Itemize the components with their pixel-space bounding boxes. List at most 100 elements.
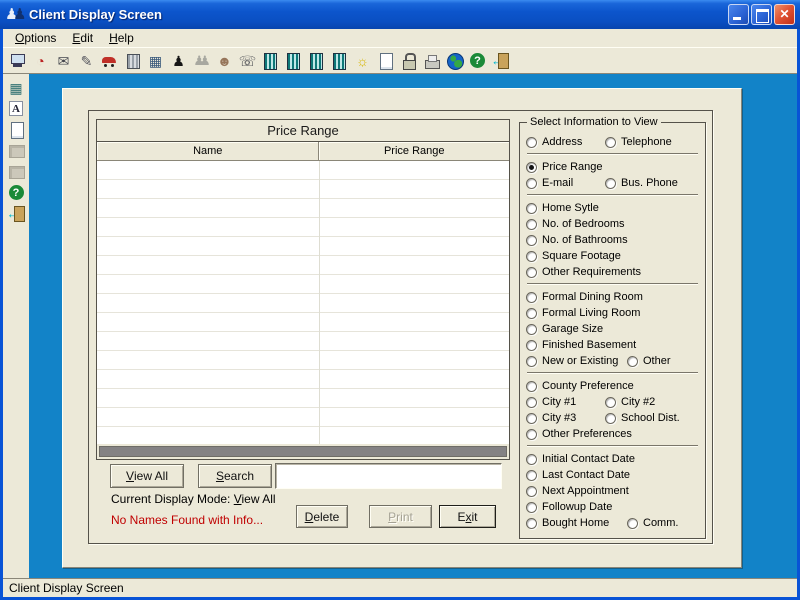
radio-formal-living-room[interactable]: Formal Living Room bbox=[526, 305, 640, 321]
radio-bought-home[interactable]: Bought Home bbox=[526, 515, 609, 531]
radio-label: Last Contact Date bbox=[542, 469, 630, 481]
radio-label: Comm. bbox=[643, 517, 678, 529]
radio-formal-dining-room[interactable]: Formal Dining Room bbox=[526, 289, 643, 305]
horizontal-scrollbar[interactable] bbox=[99, 446, 507, 457]
radio-other[interactable]: Other bbox=[627, 353, 671, 369]
radio-bus-phone[interactable]: Bus. Phone bbox=[605, 175, 678, 191]
help-button[interactable]: ? bbox=[468, 50, 487, 71]
radio-other-preferences[interactable]: Other Preferences bbox=[526, 426, 632, 442]
radio-e-mail[interactable]: E-mail bbox=[526, 175, 573, 191]
radio-circle bbox=[526, 324, 537, 335]
trash-button[interactable] bbox=[123, 50, 142, 71]
lock-button[interactable] bbox=[399, 50, 418, 71]
minimize-button[interactable] bbox=[728, 4, 749, 25]
sidebar-image-disabled-1-button[interactable] bbox=[5, 140, 27, 161]
radio-circle bbox=[526, 518, 537, 529]
radio-telephone[interactable]: Telephone bbox=[605, 134, 672, 150]
radio-label: Other Requirements bbox=[542, 266, 641, 278]
people-button[interactable]: ♟♟ bbox=[192, 50, 211, 71]
radio-row: City #1 City #2 bbox=[526, 394, 699, 410]
close-button[interactable] bbox=[774, 4, 795, 25]
radio-circle bbox=[526, 381, 537, 392]
radio-finished-basement[interactable]: Finished Basement bbox=[526, 337, 636, 353]
radio-followup-date[interactable]: Followup Date bbox=[526, 499, 612, 515]
radio-next-appointment[interactable]: Next Appointment bbox=[526, 483, 629, 499]
app-window: Client Display Screen OptionsEditHelp ◔✉… bbox=[0, 0, 800, 600]
radio-label: Bought Home bbox=[542, 517, 609, 529]
menu-options[interactable]: Options bbox=[7, 30, 64, 46]
list-title: Price Range bbox=[97, 120, 509, 142]
sidebar-grid-button[interactable]: ▦ bbox=[5, 77, 27, 98]
note-page-icon bbox=[376, 52, 395, 70]
mail-button[interactable]: ✉ bbox=[54, 50, 73, 71]
door-2-icon bbox=[284, 52, 303, 70]
radio-garage-size[interactable]: Garage Size bbox=[526, 321, 603, 337]
radio-city-2[interactable]: City #2 bbox=[605, 394, 655, 410]
delete-button[interactable]: Delete bbox=[296, 505, 348, 528]
sidebar-exit-button[interactable]: ← bbox=[5, 203, 27, 224]
radio-label: City #2 bbox=[621, 396, 655, 408]
radio-county-preference[interactable]: County Preference bbox=[526, 378, 634, 394]
search-button[interactable]: Search bbox=[198, 464, 272, 488]
edit-note-button[interactable]: ✎ bbox=[77, 50, 96, 71]
sidebar-help-button[interactable]: ? bbox=[5, 182, 27, 203]
contact-face-button[interactable]: ☻ bbox=[215, 50, 234, 71]
radio-circle bbox=[526, 340, 537, 351]
radio-city-3[interactable]: City #3 bbox=[526, 410, 576, 426]
list-header: Name Price Range bbox=[97, 142, 509, 161]
door-3-button[interactable] bbox=[307, 50, 326, 71]
maximize-button[interactable] bbox=[751, 4, 772, 25]
radio-new-or-existing[interactable]: New or Existing bbox=[526, 353, 618, 369]
globe-button[interactable] bbox=[445, 50, 464, 71]
radio-circle bbox=[605, 137, 616, 148]
exit-button[interactable]: ← bbox=[491, 50, 510, 71]
radio-circle bbox=[526, 162, 537, 173]
radio-other-requirements[interactable]: Other Requirements bbox=[526, 264, 641, 280]
radio-home-sytle[interactable]: Home Sytle bbox=[526, 200, 599, 216]
lightbulb-button[interactable]: ☼ bbox=[353, 50, 372, 71]
view-all-button[interactable]: View All bbox=[110, 464, 184, 488]
note-page-button[interactable] bbox=[376, 50, 395, 71]
sidebar-font-button[interactable]: A bbox=[5, 98, 27, 119]
car-button[interactable] bbox=[100, 50, 119, 71]
radio-square-footage[interactable]: Square Footage bbox=[526, 248, 621, 264]
radio-school-dist[interactable]: School Dist. bbox=[605, 410, 680, 426]
search-input[interactable] bbox=[275, 463, 502, 489]
radio-row: County Preference bbox=[526, 378, 699, 394]
phone-button[interactable]: ☏ bbox=[238, 50, 257, 71]
menu-help[interactable]: Help bbox=[101, 30, 142, 46]
radio-circle bbox=[526, 267, 537, 278]
door-4-button[interactable] bbox=[330, 50, 349, 71]
radio-circle bbox=[526, 397, 537, 408]
exit-icon: ← bbox=[7, 205, 26, 223]
person-button[interactable]: ♟ bbox=[169, 50, 188, 71]
radio-initial-contact-date[interactable]: Initial Contact Date bbox=[526, 451, 635, 467]
door-2-button[interactable] bbox=[284, 50, 303, 71]
title-bar[interactable]: Client Display Screen bbox=[0, 0, 800, 29]
radio-city-1[interactable]: City #1 bbox=[526, 394, 576, 410]
radio-row: Followup Date bbox=[526, 499, 699, 515]
printer-button[interactable] bbox=[422, 50, 441, 71]
door-1-button[interactable] bbox=[261, 50, 280, 71]
clock-button[interactable]: ◔ bbox=[31, 50, 50, 71]
list-body[interactable] bbox=[97, 161, 509, 444]
radio-circle bbox=[526, 470, 537, 481]
radio-label: No. of Bathrooms bbox=[542, 234, 628, 246]
sidebar-clipboard-button[interactable] bbox=[5, 119, 27, 140]
radio-label: Address bbox=[542, 136, 582, 148]
radio-no-of-bathrooms[interactable]: No. of Bathrooms bbox=[526, 232, 628, 248]
radio-no-of-bedrooms[interactable]: No. of Bedrooms bbox=[526, 216, 625, 232]
computer-button[interactable] bbox=[8, 50, 27, 71]
sidebar-image-disabled-2-button[interactable] bbox=[5, 161, 27, 182]
radio-row: Price Range bbox=[526, 159, 699, 175]
calendar-button[interactable]: ▦ bbox=[146, 50, 165, 71]
radio-row: City #3 School Dist. bbox=[526, 410, 699, 426]
radio-last-contact-date[interactable]: Last Contact Date bbox=[526, 467, 630, 483]
radio-price-range[interactable]: Price Range bbox=[526, 159, 603, 175]
font-icon: A bbox=[9, 101, 23, 116]
radio-comm[interactable]: Comm. bbox=[627, 515, 678, 531]
menu-edit[interactable]: Edit bbox=[64, 30, 101, 46]
print-button[interactable]: Print bbox=[369, 505, 432, 528]
radio-address[interactable]: Address bbox=[526, 134, 582, 150]
exit-button[interactable]: Exit bbox=[439, 505, 496, 528]
